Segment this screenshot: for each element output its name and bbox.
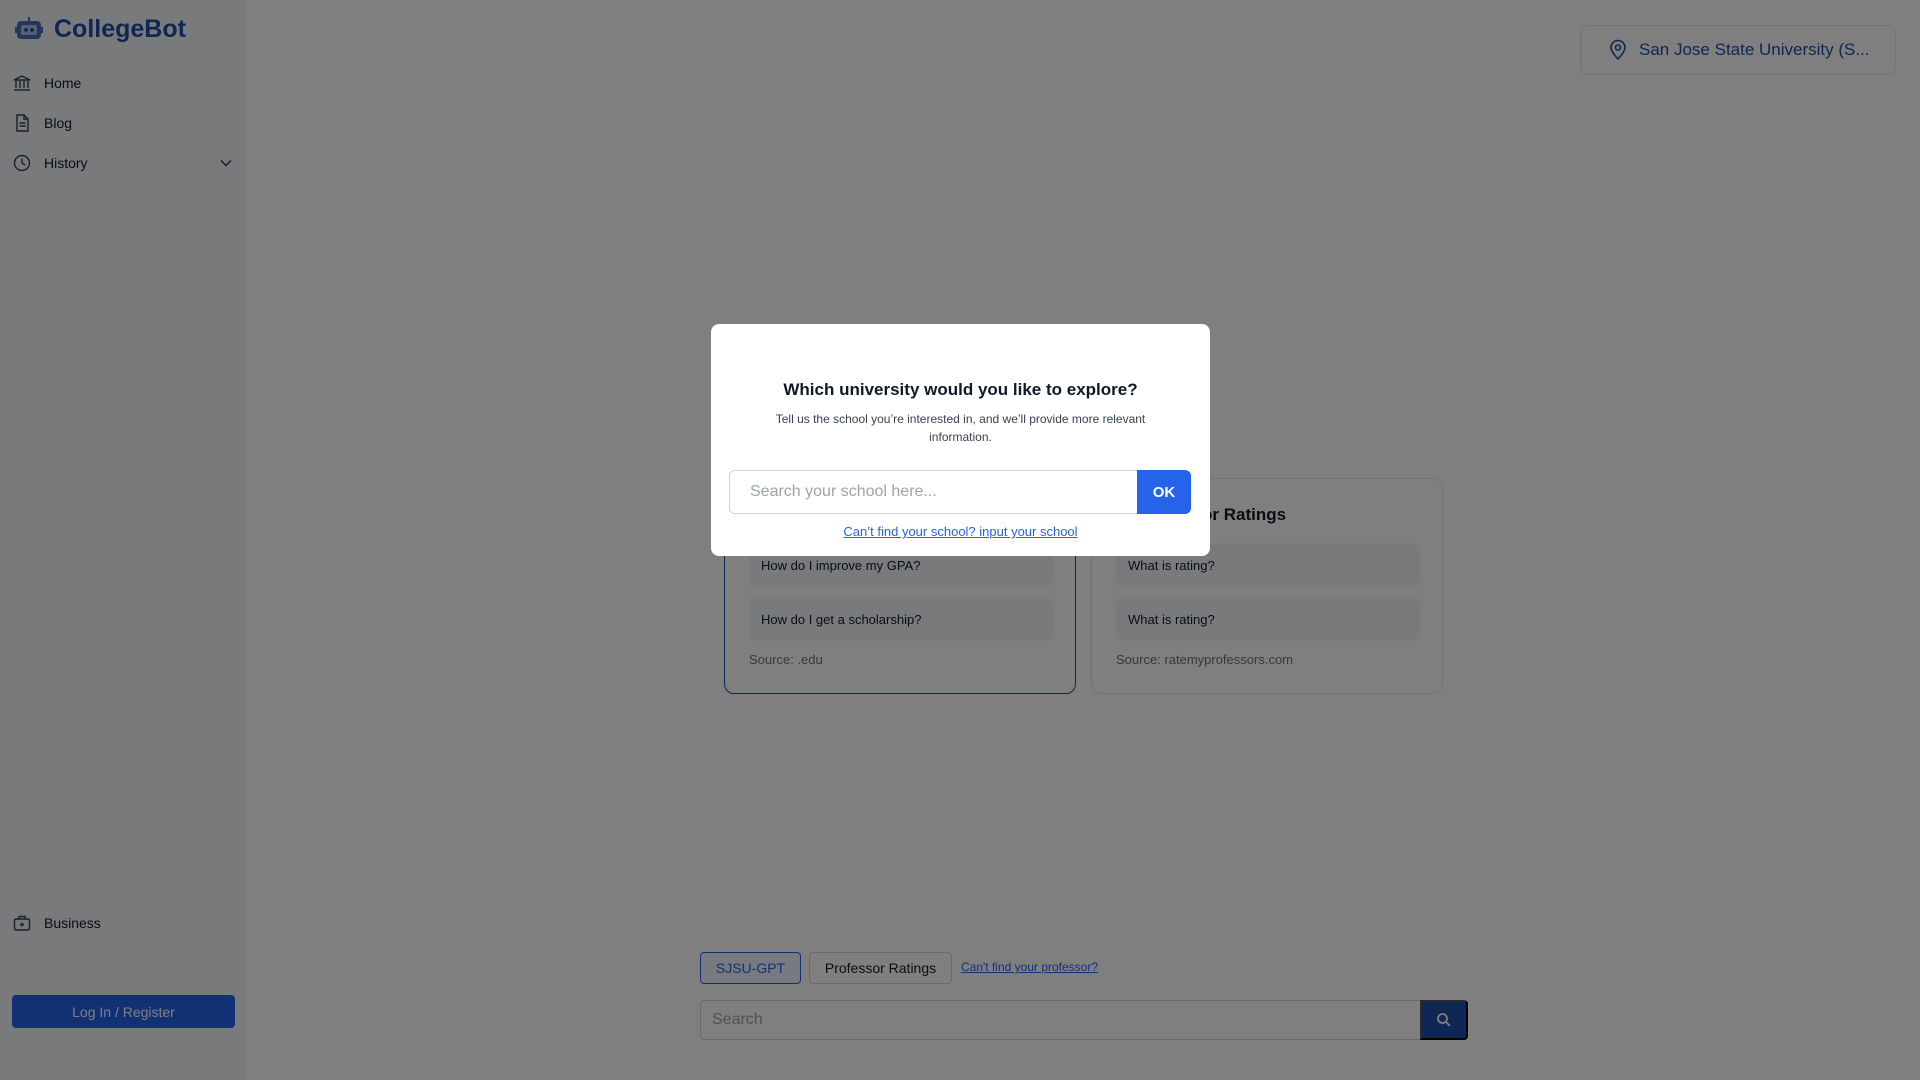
input-school-link[interactable]: Can’t find your school? input your schoo… <box>711 524 1210 539</box>
school-search-input[interactable] <box>729 470 1138 514</box>
ok-button[interactable]: OK <box>1137 470 1191 514</box>
school-picker-modal: Which university would you like to explo… <box>711 324 1210 556</box>
modal-title: Which university would you like to explo… <box>783 380 1138 399</box>
modal-subtitle: Tell us the school you’re interested in,… <box>775 412 1146 444</box>
